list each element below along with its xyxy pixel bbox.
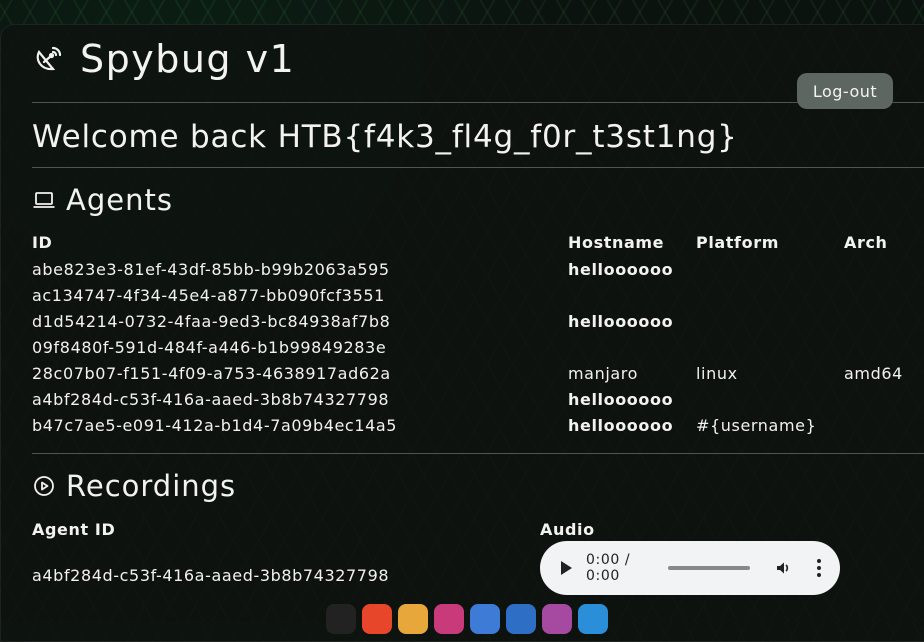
column-header-agent-id: Agent ID: [32, 519, 116, 539]
play-circle-icon: [34, 476, 54, 496]
table-header-row: ID Hostname Platform Arch: [32, 228, 924, 256]
code-editor-icon[interactable]: [506, 604, 536, 634]
table-row: a4bf284d-c53f-416a-aaed-3b8b74327798 hel…: [32, 386, 924, 412]
audio-player[interactable]: 0:00 / 0:00: [540, 541, 840, 595]
agent-id: 28c07b07-f151-4f09-a753-4638917ad62a: [32, 363, 391, 383]
agents-heading: Agents: [32, 172, 924, 228]
recording-agent-id: a4bf284d-c53f-416a-aaed-3b8b74327798: [32, 565, 390, 585]
table-row: abe823e3-81ef-43df-85bb-b99b2063a595 hel…: [32, 256, 924, 282]
agent-platform: [696, 308, 844, 334]
agent-arch: amd64: [844, 363, 903, 383]
agent-platform: [696, 282, 844, 308]
table-row: d1d54214-0732-4faa-9ed3-bc84938af7b8 hel…: [32, 308, 924, 334]
app-title: Spybug v1: [80, 37, 296, 81]
satellite-dish-icon: [36, 46, 62, 71]
agent-id: a4bf284d-c53f-416a-aaed-3b8b74327798: [32, 389, 390, 409]
agent-id: 09f8480f-591d-484f-a446-b1b99849283e: [32, 337, 387, 357]
column-header-id: ID: [32, 232, 53, 252]
brand: Spybug v1: [32, 37, 295, 81]
column-header-arch: Arch: [844, 232, 888, 252]
recordings-header-row: Agent ID Audio: [32, 514, 924, 544]
agent-arch: [844, 308, 924, 334]
agent-id: ac134747-4f34-45e4-a877-bb090fcf3551: [32, 285, 385, 305]
column-header-audio: Audio: [540, 519, 595, 539]
divider: [32, 167, 924, 168]
search-icon[interactable]: [326, 604, 356, 634]
agent-hostname: helloooooo: [568, 389, 674, 409]
agent-platform: [696, 256, 844, 282]
agent-hostname: manjaro: [568, 363, 638, 383]
agent-platform: [696, 386, 844, 412]
audio-seek-slider[interactable]: [668, 566, 750, 570]
agent-hostname: [568, 282, 696, 308]
agent-arch: [844, 256, 924, 282]
laptop-icon: [33, 192, 55, 208]
table-row: 09f8480f-591d-484f-a446-b1b99849283e: [32, 334, 924, 360]
agents-table: ID Hostname Platform Arch abe823e3-81ef-…: [32, 228, 924, 438]
agent-arch: [844, 334, 924, 360]
logout-button[interactable]: Log-out: [797, 73, 893, 109]
volume-icon[interactable]: [775, 560, 791, 576]
folder-icon[interactable]: [398, 604, 428, 634]
terminal-icon[interactable]: [470, 604, 500, 634]
agent-id: abe823e3-81ef-43df-85bb-b99b2063a595: [32, 259, 390, 279]
table-row: ac134747-4f34-45e4-a877-bb090fcf3551: [32, 282, 924, 308]
browser-icon[interactable]: [578, 604, 608, 634]
taskbar-dock: [326, 604, 608, 634]
table-row: a4bf284d-c53f-416a-aaed-3b8b74327798 0:0…: [32, 541, 924, 595]
agent-id: d1d54214-0732-4faa-9ed3-bc84938af7b8: [32, 311, 391, 331]
divider: [32, 453, 924, 454]
agent-arch: [844, 386, 924, 412]
table-row: 28c07b07-f151-4f09-a753-4638917ad62a man…: [32, 360, 924, 386]
agent-hostname: helloooooo: [568, 415, 674, 435]
play-icon[interactable]: [561, 561, 572, 575]
agent-id: b47c7ae5-e091-412a-b1d4-7a09b4ec14a5: [32, 415, 398, 435]
chrome-icon[interactable]: [434, 604, 464, 634]
column-header-hostname: Hostname: [568, 232, 665, 252]
more-options-icon[interactable]: [817, 559, 821, 577]
agent-hostname: helloooooo: [568, 259, 674, 279]
table-row: b47c7ae5-e091-412a-b1d4-7a09b4ec14a5 hel…: [32, 412, 924, 438]
agent-platform: #{username}: [696, 415, 817, 435]
firefox-icon[interactable]: [362, 604, 392, 634]
welcome-heading: Welcome back HTB{f4k3_fl4g_f0r_t3st1ng}: [32, 119, 738, 155]
agent-arch: [844, 282, 924, 308]
agents-title: Agents: [66, 183, 173, 217]
instagram-icon[interactable]: [542, 604, 572, 634]
agent-hostname: helloooooo: [568, 311, 674, 331]
agent-platform: [696, 334, 844, 360]
agent-arch: [844, 412, 924, 438]
content: Spybug v1 Log-out Welcome back HTB{f4k3_…: [32, 24, 924, 595]
agent-hostname: [568, 334, 696, 360]
header: Spybug v1 Log-out: [32, 24, 924, 109]
column-header-platform: Platform: [696, 232, 779, 252]
agent-platform: linux: [696, 363, 738, 383]
recordings-title: Recordings: [66, 469, 237, 503]
audio-time: 0:00 / 0:00: [586, 552, 631, 584]
recordings-heading: Recordings: [32, 458, 924, 514]
